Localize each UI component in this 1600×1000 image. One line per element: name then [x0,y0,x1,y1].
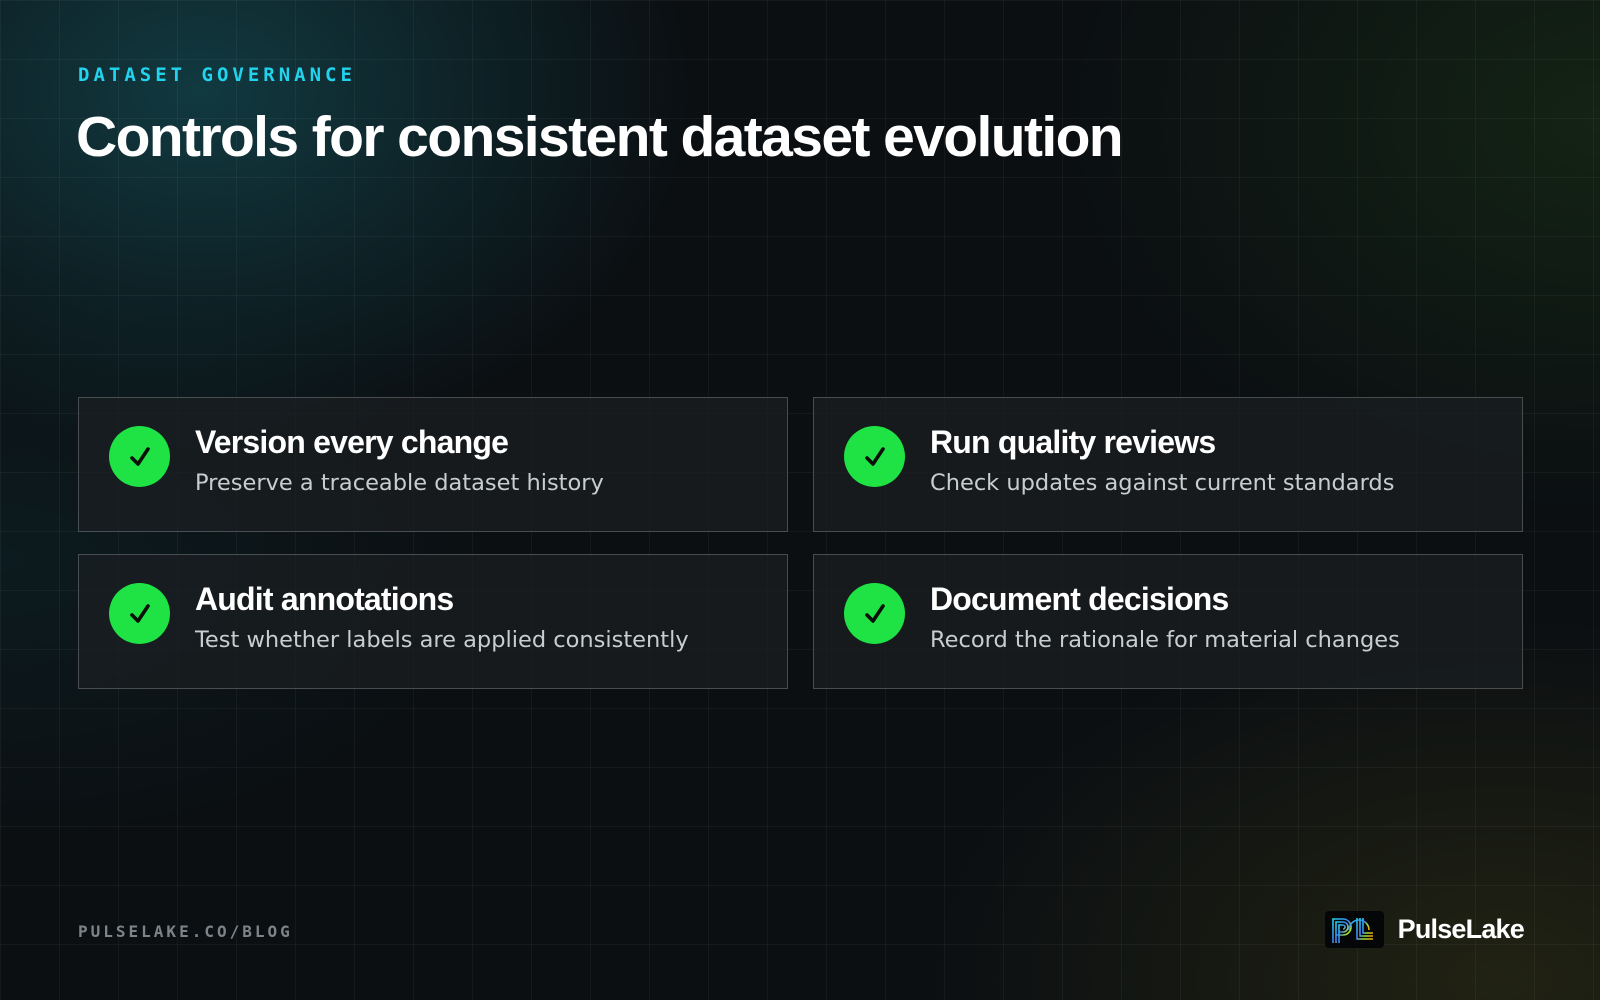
card-description: Check updates against current standards [930,470,1395,496]
card-description: Preserve a traceable dataset history [195,470,604,496]
control-card-audit: Audit annotations Test whether labels ar… [78,554,788,689]
brand[interactable]: PulseLake [1324,911,1525,948]
page-title: Controls for consistent dataset evolutio… [76,105,1124,169]
check-icon [844,583,905,644]
pulselake-logo-icon [1324,911,1384,948]
controls-grid: Version every change Preserve a traceabl… [78,397,1524,689]
control-card-version: Version every change Preserve a traceabl… [78,397,788,532]
check-icon [844,426,905,487]
footer-url[interactable]: PULSELAKE.CO/BLOG [78,922,293,941]
control-card-document: Document decisions Record the rationale … [813,554,1523,689]
check-icon [109,426,170,487]
eyebrow-label: DATASET GOVERNANCE [78,64,356,86]
card-title: Version every change [195,424,509,460]
control-card-quality: Run quality reviews Check updates agains… [813,397,1523,532]
card-title: Run quality reviews [930,424,1216,460]
brand-name: PulseLake [1397,914,1525,944]
card-title: Audit annotations [195,581,454,617]
card-description: Test whether labels are applied consiste… [195,627,689,653]
card-description: Record the rationale for material change… [930,627,1400,653]
card-title: Document decisions [930,581,1229,617]
check-icon [109,583,170,644]
